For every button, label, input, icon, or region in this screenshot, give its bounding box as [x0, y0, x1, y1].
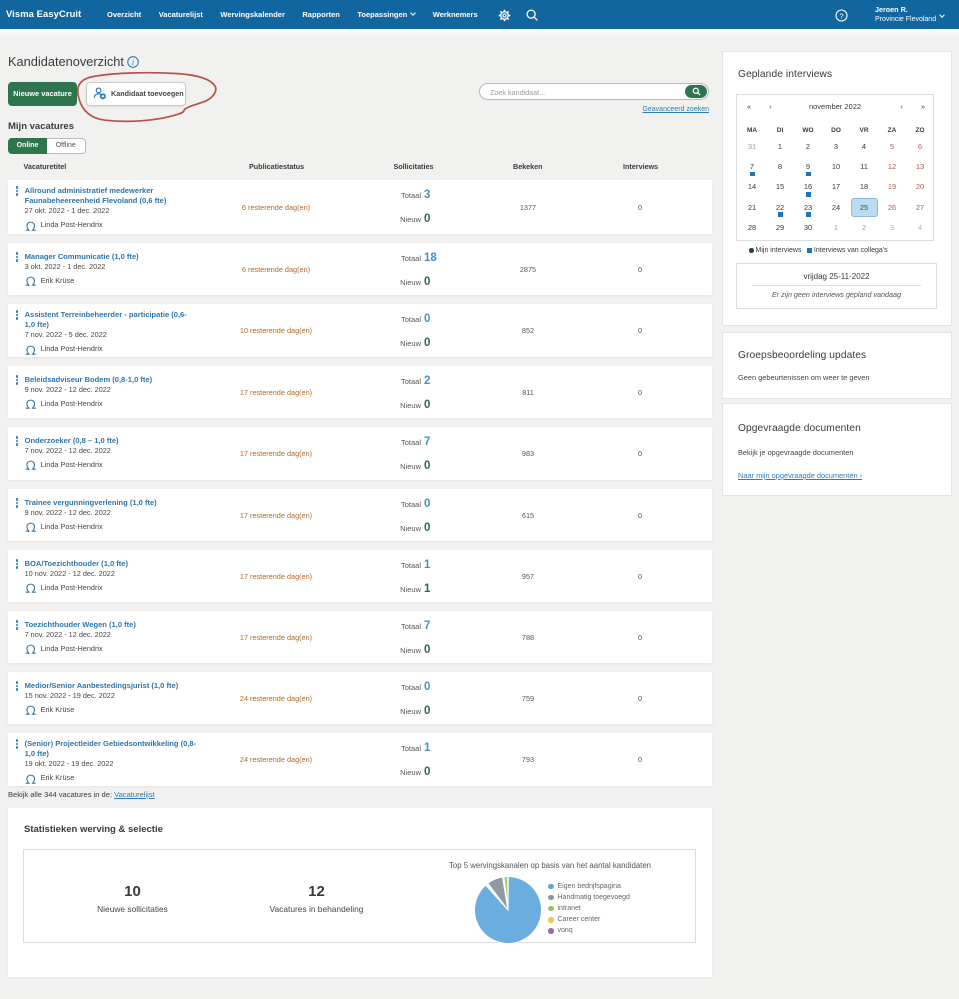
svg-text:i: i — [131, 58, 133, 67]
svg-text:?: ? — [839, 11, 843, 20]
